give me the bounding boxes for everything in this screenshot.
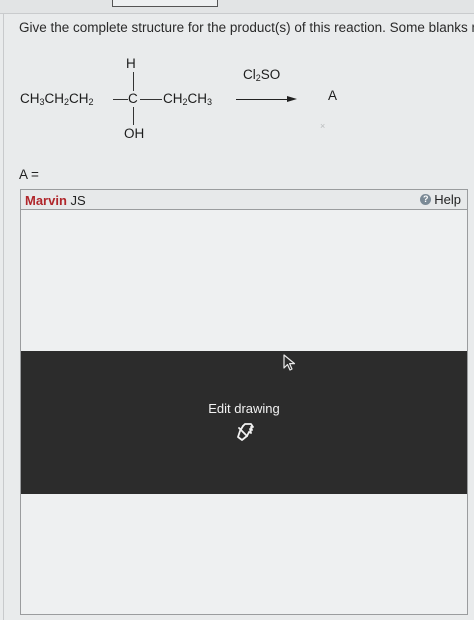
drawing-canvas[interactable]: Edit drawing — [21, 210, 467, 614]
reaction-arrow-head — [287, 96, 297, 102]
marvin-editor: Marvin JS ? Help Edit drawing — [20, 189, 468, 615]
question-text: Give the complete structure for the prod… — [19, 20, 474, 35]
editor-title: Marvin JS — [25, 193, 86, 208]
help-icon: ? — [420, 194, 432, 205]
reagent-label: Cl2SO — [243, 67, 281, 83]
hand-pointer-icon — [237, 423, 254, 441]
edit-drawing-label: Edit drawing — [208, 401, 280, 416]
editor-suffix: JS — [66, 193, 86, 208]
bond-right — [140, 99, 162, 100]
smudge-mark: × — [320, 121, 326, 131]
editor-header: Marvin JS ? Help — [21, 190, 467, 210]
right-group-label: CH2CH3 — [163, 91, 213, 107]
answer-label: A = — [19, 167, 39, 182]
left-border — [3, 14, 4, 620]
help-button[interactable]: ? Help — [420, 192, 461, 207]
help-label: Help — [434, 192, 461, 207]
bottom-atom-label: OH — [124, 126, 145, 141]
top-bar — [0, 0, 474, 14]
editor-brand: Marvin — [25, 193, 67, 208]
reaction-arrow-shaft — [236, 99, 288, 100]
product-label: A — [328, 88, 338, 103]
bond-bottom — [133, 107, 134, 125]
bond-top — [133, 72, 134, 91]
top-divider — [0, 13, 474, 14]
center-atom-label: C — [128, 91, 138, 106]
arrow-cursor-icon — [283, 354, 296, 371]
top-tab — [112, 0, 218, 7]
top-atom-label: H — [126, 56, 136, 71]
left-group-label: CH3CH2CH2 — [20, 91, 94, 107]
bond-left — [113, 99, 128, 100]
edit-drawing-overlay[interactable]: Edit drawing — [21, 351, 467, 494]
